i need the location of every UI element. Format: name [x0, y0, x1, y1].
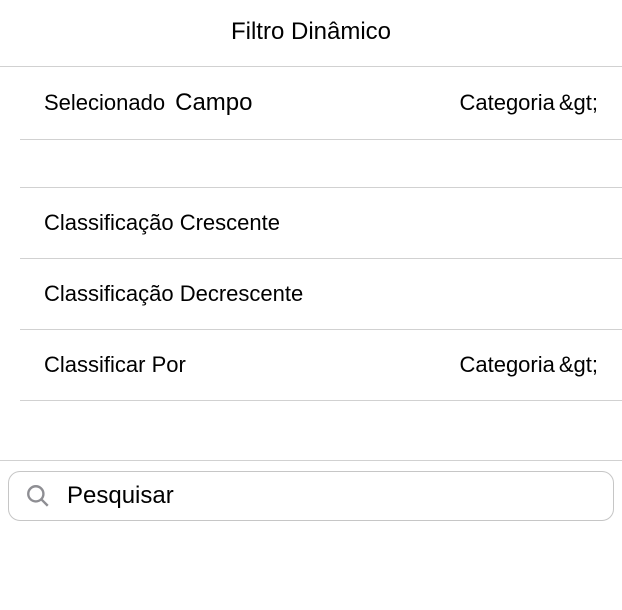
- sort-by-value: Categoria: [459, 352, 554, 378]
- sort-by-left: Classificar Por: [44, 352, 186, 378]
- header: Filtro Dinâmico: [0, 0, 622, 67]
- sort-ascending-row[interactable]: Classificação Crescente: [20, 188, 622, 259]
- chevron-right-icon: &gt;: [559, 90, 598, 116]
- sort-by-label: Classificar Por: [44, 352, 186, 378]
- chevron-right-icon: &gt;: [559, 352, 598, 378]
- sort-ascending-label: Classificação Crescente: [44, 210, 280, 236]
- selected-field-value-wrap: Categoria &gt;: [459, 90, 598, 116]
- section-gap-1: [20, 140, 622, 188]
- search-box[interactable]: [8, 471, 614, 521]
- selected-field-row[interactable]: Selecionado Campo Categoria &gt;: [20, 67, 622, 140]
- sort-by-row[interactable]: Classificar Por Categoria &gt;: [20, 330, 622, 401]
- search-icon: [25, 483, 51, 509]
- sort-descending-row[interactable]: Classificação Decrescente: [20, 259, 622, 330]
- search-container: [0, 461, 622, 521]
- section-gap-2: [0, 401, 622, 461]
- selected-field-sublabel: Campo: [175, 89, 252, 117]
- search-input[interactable]: [67, 482, 597, 510]
- sort-descending-label: Classificação Decrescente: [44, 281, 303, 307]
- selected-field-value: Categoria: [459, 90, 554, 116]
- selected-field-left: Selecionado Campo: [44, 89, 252, 117]
- page-title: Filtro Dinâmico: [0, 18, 622, 46]
- selected-field-label: Selecionado: [44, 90, 165, 116]
- sort-by-value-wrap: Categoria &gt;: [459, 352, 598, 378]
